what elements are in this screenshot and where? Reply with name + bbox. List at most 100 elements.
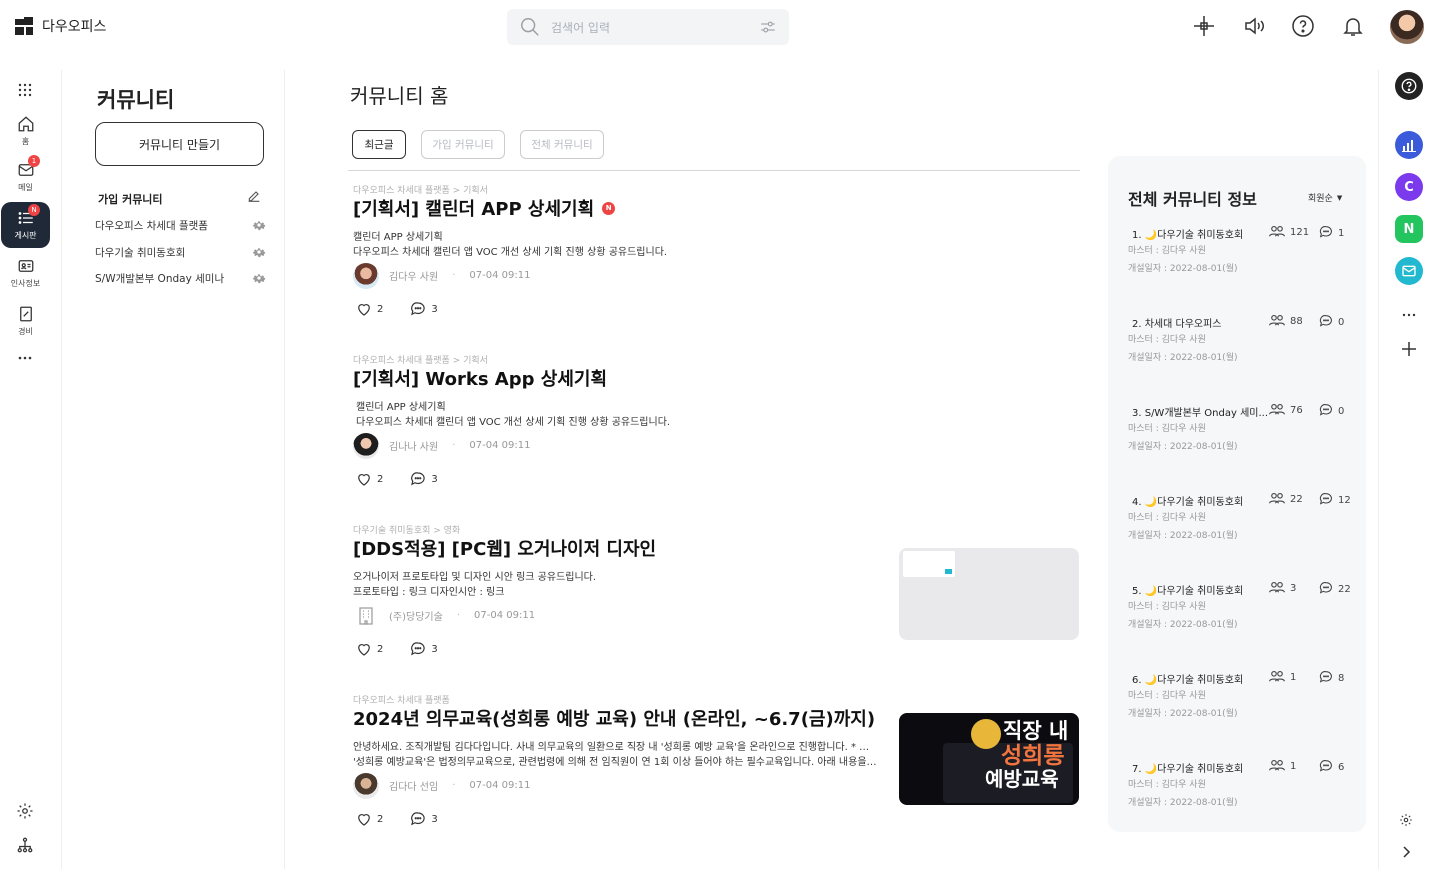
community-name[interactable]: 4. 🌙다우기술 취미동호회 <box>1132 493 1272 508</box>
post-title[interactable]: 2024년 의무교육(성희롱 예방 교육) 안내 (온라인, ~6.7(금)까지… <box>353 705 875 731</box>
settings-icon[interactable] <box>16 802 34 824</box>
app-logo[interactable]: 다우오피스 <box>12 14 106 38</box>
community-list-item[interactable]: 3. S/W개발본부 Onday 세미... 마스터 : 김다우 사원 개설일자 :… <box>1128 403 1358 464</box>
community-name[interactable]: 2. 차세대 다우오피스 <box>1132 315 1272 330</box>
sidebar-item-platform[interactable]: 다우오피스 차세대 플랫폼 <box>95 217 267 233</box>
post-thumbnail[interactable]: 직장 내 성희롱 예방교육 <box>899 713 1079 805</box>
post-count: 12 <box>1338 495 1351 506</box>
chevron-right-icon[interactable] <box>1400 844 1412 863</box>
community-name[interactable]: 6. 🌙다우기술 취미동호회 <box>1132 671 1272 686</box>
rail-item-board[interactable]: 게시판 N <box>1 202 50 248</box>
post-title-text[interactable]: [DDS적용] [PC웹] 오거나이저 디자인 <box>353 535 656 561</box>
community-name[interactable]: 1. 🌙다우기술 취미동호회 <box>1132 226 1272 241</box>
comment-icon[interactable] <box>409 470 427 488</box>
members-icon <box>1268 669 1286 686</box>
app-grid-icon[interactable] <box>17 82 33 102</box>
org-chart-icon[interactable] <box>16 836 34 858</box>
crosshair-icon[interactable] <box>1192 14 1216 38</box>
rail-item-mail[interactable]: 메일 1 <box>1 154 50 200</box>
community-master: 마스터 : 김다우 사원 <box>1128 424 1206 434</box>
reaction-row: 2 3 <box>355 640 438 658</box>
plus-icon[interactable] <box>1401 341 1417 361</box>
community-master: 마스터 : 김다우 사원 <box>1128 335 1206 345</box>
c-app-icon[interactable]: C <box>1395 173 1423 201</box>
community-list-item[interactable]: 6. 🌙다우기술 취미동호회 마스터 : 김다우 사원 개설일자 : 2022-08… <box>1128 669 1358 731</box>
more-apps-icon[interactable] <box>1401 307 1417 327</box>
thumbnail-text-bot: 예방교육 <box>985 767 1059 791</box>
rail-item-expense[interactable]: 경비 <box>1 298 50 344</box>
gear-icon[interactable] <box>251 217 267 233</box>
comment-icon <box>1318 758 1334 777</box>
community-name[interactable]: 3. S/W개발본부 Onday 세미... <box>1132 404 1272 419</box>
more-icon[interactable] <box>17 350 33 370</box>
post-stat: 22 <box>1318 580 1351 599</box>
member-stat: 121 <box>1268 224 1309 241</box>
user-avatar[interactable] <box>1390 10 1424 44</box>
community-list-item[interactable]: 4. 🌙다우기술 취미동호회 마스터 : 김다우 사원 개설일자 : 2022-08… <box>1128 491 1358 553</box>
avatar[interactable] <box>353 432 379 459</box>
avatar[interactable] <box>353 262 379 289</box>
gear-icon[interactable] <box>251 270 267 286</box>
rail-label: 인사정보 <box>10 279 41 288</box>
author-name[interactable]: (주)당당기술 <box>389 608 443 623</box>
community-name[interactable]: 7. 🌙다우기술 취미동호회 <box>1132 760 1272 775</box>
post-item[interactable]: 다우오피스 차세대 플랫폼 > 기획서 [기획서] Works App 상세기획… <box>353 353 1080 513</box>
post-item[interactable]: 다우기술 취미동호회 > 영화 [DDS적용] [PC웹] 오거나이저 디자인 … <box>353 523 1080 683</box>
community-name[interactable]: 5. 🌙다우기술 취미동호회 <box>1132 582 1272 597</box>
rail-item-home[interactable]: 홈 <box>1 108 50 154</box>
community-list-item[interactable]: 1. 🌙다우기술 취미동호회 마스터 : 김다우 사원 개설일자 : 2022-08… <box>1128 224 1358 286</box>
post-title-text[interactable]: 2024년 의무교육(성희롱 예방 교육) 안내 (온라인, ~6.7(금)까지… <box>353 705 875 731</box>
search-input[interactable]: 검색어 입력 <box>551 19 749 36</box>
mail-app-icon[interactable] <box>1395 257 1423 285</box>
post-title-text[interactable]: [기획서] 캘린더 APP 상세기획 <box>353 195 594 221</box>
comment-icon[interactable] <box>409 300 427 318</box>
edit-icon[interactable] <box>246 188 262 208</box>
post-item[interactable]: 다우오피스 차세대 플랫폼 > 기획서 [기획서] 캘린더 APP 상세기획 N… <box>353 183 1080 343</box>
n-app-letter: N <box>1403 221 1415 237</box>
post-item[interactable]: 다우오피스 차세대 플랫폼 2024년 의무교육(성희롱 예방 교육) 안내 (… <box>353 693 1080 853</box>
tab-recent[interactable]: 최근글 <box>352 130 406 159</box>
author-name[interactable]: 김다우 사원 <box>389 268 438 283</box>
member-stat: 22 <box>1268 491 1303 508</box>
comment-icon <box>1318 491 1334 510</box>
member-stat: 3 <box>1268 580 1296 597</box>
post-title[interactable]: [기획서] Works App 상세기획 <box>353 365 607 391</box>
help-icon[interactable] <box>1291 14 1315 38</box>
create-community-button[interactable]: 커뮤니티 만들기 <box>95 122 264 166</box>
post-title-text[interactable]: [기획서] Works App 상세기획 <box>353 365 607 391</box>
chart-app-icon[interactable] <box>1395 131 1423 159</box>
filter-icon[interactable] <box>759 18 777 36</box>
post-title[interactable]: [기획서] 캘린더 APP 상세기획 N <box>353 195 616 221</box>
community-list-item[interactable]: 2. 차세대 다우오피스 마스터 : 김다우 사원 개설일자 : 2022-08-0… <box>1128 314 1358 375</box>
search-bar[interactable]: 검색어 입력 <box>507 9 789 45</box>
author-name[interactable]: 김다다 선임 <box>389 778 438 793</box>
board-new-badge: N <box>28 204 40 216</box>
n-app-icon[interactable]: N <box>1395 215 1423 243</box>
author-name[interactable]: 김나나 사원 <box>389 438 438 453</box>
sidebar-item-hobby[interactable]: 다우기술 취미동호회 <box>95 244 267 260</box>
help-circle-icon[interactable] <box>1395 72 1423 100</box>
post-count: 22 <box>1338 584 1351 595</box>
tab-all[interactable]: 전체 커뮤니티 <box>520 130 604 159</box>
comment-icon[interactable] <box>409 640 427 658</box>
avatar[interactable] <box>353 772 379 799</box>
heart-icon[interactable] <box>355 300 373 318</box>
heart-icon[interactable] <box>355 470 373 488</box>
heart-icon[interactable] <box>355 810 373 828</box>
member-count: 22 <box>1290 494 1303 505</box>
gear-icon[interactable] <box>251 244 267 260</box>
heart-icon[interactable] <box>355 640 373 658</box>
post-title[interactable]: [DDS적용] [PC웹] 오거나이저 디자인 <box>353 535 656 561</box>
sort-dropdown[interactable]: 회원순 ▼ <box>1308 191 1342 205</box>
bell-icon[interactable] <box>1341 14 1365 38</box>
post-thumbnail[interactable] <box>899 548 1079 640</box>
comment-icon[interactable] <box>409 810 427 828</box>
community-list-item[interactable]: 7. 🌙다우기술 취미동호회 마스터 : 김다우 사원 개설일자 : 2022-08… <box>1128 758 1358 820</box>
post-summary-line: 캘린더 APP 상세기획 <box>353 232 443 243</box>
community-list-item[interactable]: 5. 🌙다우기술 취미동호회 마스터 : 김다우 사원 개설일자 : 2022-08… <box>1128 580 1358 642</box>
speaker-icon[interactable] <box>1242 14 1266 38</box>
rail-item-hr[interactable]: 인사정보 <box>1 250 50 296</box>
sidebar-item-seminar[interactable]: S/W개발본부 Onday 세미나 <box>95 270 267 286</box>
settings-small-icon[interactable] <box>1399 812 1413 831</box>
tab-joined[interactable]: 가입 커뮤니티 <box>421 130 505 159</box>
